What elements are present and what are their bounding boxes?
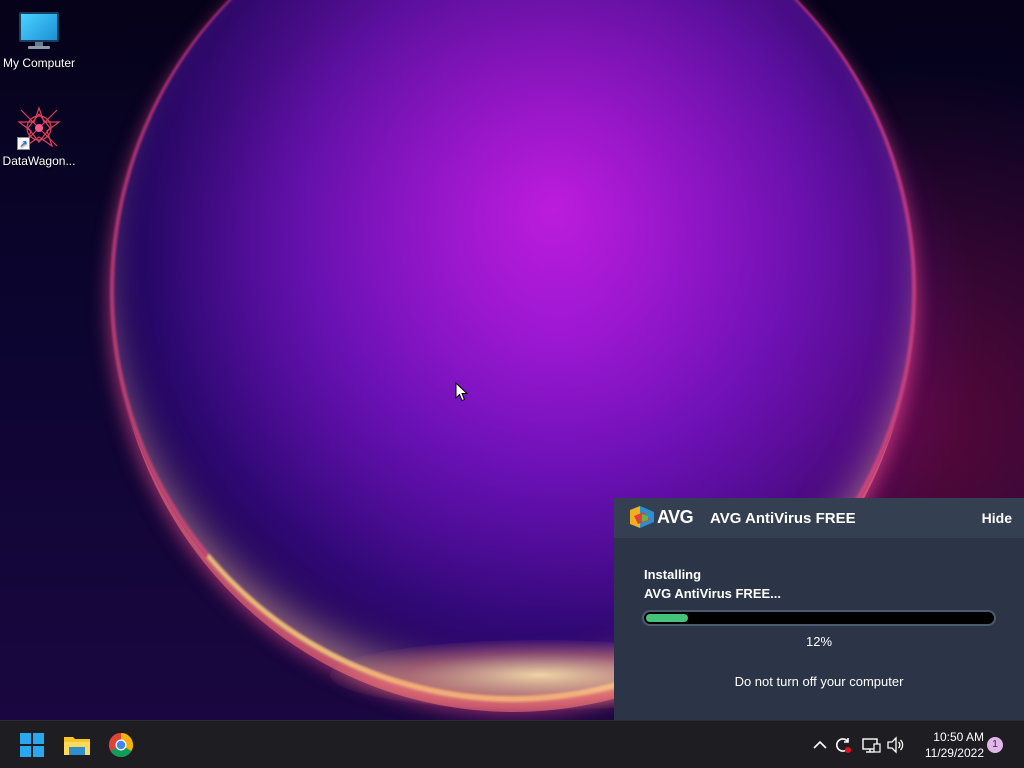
network-icon[interactable] [861,735,881,755]
chrome-button[interactable] [105,729,137,761]
install-progress-percent: 12% [805,634,833,649]
avg-install-panel: AVG AVG AntiVirus FREE Hide Installing A… [614,498,1024,720]
monitor-icon [17,8,61,52]
chrome-icon [108,733,134,758]
clock-date: 11/29/2022 [924,746,984,760]
clock-time: 10:50 AM [933,730,984,744]
install-status: Installing AVG AntiVirus FREE... [644,565,781,603]
install-status-line1: Installing [644,567,702,582]
start-button[interactable] [16,729,48,761]
install-progress-fill [646,614,688,622]
desktop-icon-datawagon[interactable]: ↗ DataWagon... [0,106,78,168]
folder-icon [64,737,90,755]
mouse-cursor-icon [455,382,469,402]
install-warning: Do not turn off your computer [734,674,904,689]
chevron-up-icon[interactable] [810,735,830,755]
desktop-icon-label: DataWagon... [2,154,76,168]
desktop-icon-my-computer[interactable]: My Computer [0,8,78,70]
windows-logo-icon [20,733,44,757]
file-explorer-button[interactable] [61,729,93,761]
shortcut-arrow-icon: ↗ [17,137,30,150]
avg-title: AVG AntiVirus FREE [710,510,856,527]
taskbar: 10:50 AM 11/29/2022 1 [0,720,1024,768]
install-progress-bar [642,610,996,626]
hide-button[interactable]: Hide [982,510,1012,526]
notification-badge[interactable]: 1 [987,737,1003,753]
datawagon-icon: ↗ [17,106,61,150]
desktop-icon-label: My Computer [2,56,76,70]
avg-logo-icon [630,506,654,528]
volume-icon[interactable] [886,735,906,755]
avg-logo-text: AVG [657,507,694,527]
clock[interactable]: 10:50 AM 11/29/2022 [912,729,984,761]
avg-header: AVG AVG AntiVirus FREE Hide [614,498,1024,538]
install-status-line2: AVG AntiVirus FREE... [644,586,782,601]
sync-icon[interactable] [833,735,853,755]
